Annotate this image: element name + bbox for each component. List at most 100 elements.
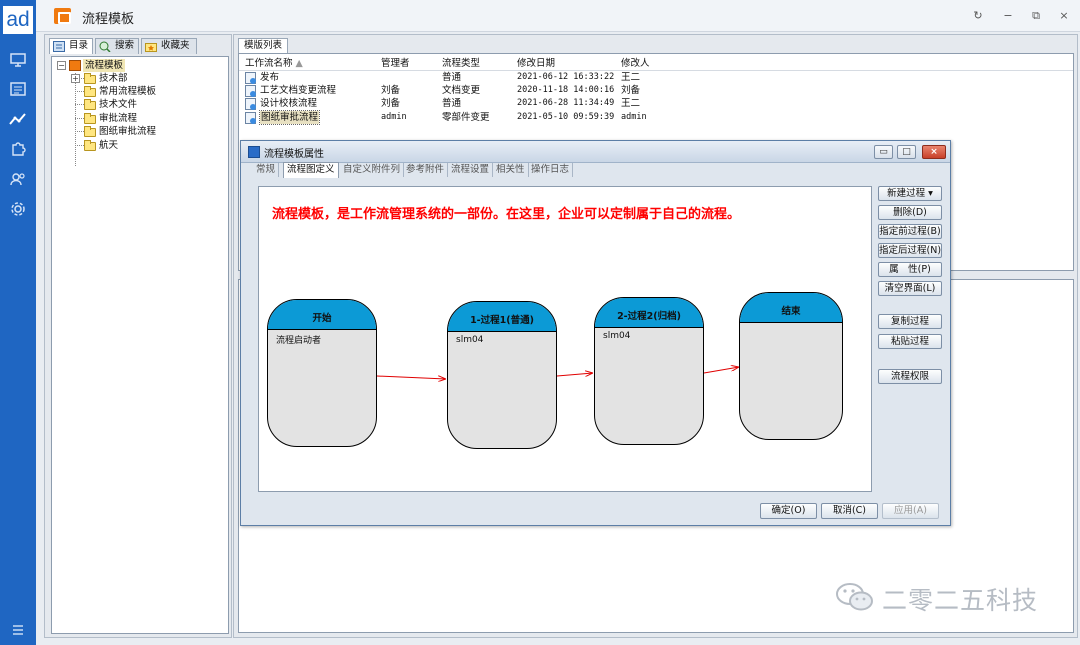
dialog-title: 流程模板属性 bbox=[264, 149, 324, 160]
minimize-button[interactable]: − bbox=[1000, 8, 1016, 24]
tree-connector bbox=[75, 118, 84, 119]
flow-node-process1[interactable]: 1-过程1(普通) slm04 bbox=[447, 301, 557, 449]
tree-node[interactable]: 常用流程模板 bbox=[99, 85, 156, 98]
flow-node-process2[interactable]: 2-过程2(归档) slm04 bbox=[594, 297, 704, 445]
cell-type: 零部件变更 bbox=[442, 112, 490, 123]
copy-process-button[interactable]: 复制过程 bbox=[878, 314, 942, 329]
folder-icon bbox=[84, 126, 96, 137]
tab-operation-log[interactable]: 操作日志 bbox=[528, 163, 574, 177]
set-next-process-button[interactable]: 指定后过程(N) bbox=[878, 243, 942, 258]
flowchart-canvas[interactable]: 流程模板，是工作流管理系统的一部份。在这里，企业可以定制属于自己的流程。 开始 … bbox=[258, 186, 872, 492]
cell-modifier: 王二 bbox=[621, 98, 641, 109]
sort-ascending-icon: ▲ bbox=[295, 58, 303, 69]
node-title: 2-过程2(归档) bbox=[595, 298, 703, 328]
tab-reference-attachments[interactable]: 参考附件 bbox=[403, 163, 449, 177]
tab-custom-attachments[interactable]: 自定义附件列 bbox=[340, 163, 405, 177]
column-header-modifier[interactable]: 修改人 bbox=[621, 57, 650, 70]
tab-flow-settings[interactable]: 流程设置 bbox=[448, 163, 494, 177]
cell-name: 图纸审批流程 bbox=[258, 110, 321, 125]
flow-node-end[interactable]: 结束 bbox=[739, 292, 843, 440]
tab-catalog-label: 目录 bbox=[69, 40, 89, 51]
tree-collapse-toggle[interactable]: − bbox=[57, 61, 66, 70]
ok-button[interactable]: 确定(O) bbox=[760, 503, 817, 519]
template-app-icon bbox=[54, 8, 71, 24]
set-previous-process-button[interactable]: 指定前过程(B) bbox=[878, 224, 942, 239]
gear-icon[interactable] bbox=[8, 199, 28, 219]
paste-process-button[interactable]: 粘贴过程 bbox=[878, 334, 942, 349]
column-header-date[interactable]: 修改日期 bbox=[517, 57, 555, 70]
cell-type: 普通 bbox=[442, 98, 462, 109]
tree-node[interactable]: 技术部 bbox=[99, 72, 128, 85]
header-divider bbox=[239, 70, 1073, 71]
tab-search-label: 搜索 bbox=[115, 40, 135, 51]
template-properties-dialog: 流程模板属性 ▭ □ × 常规 流程图定义 自定义附件列 参考附件 流程设置 相… bbox=[240, 140, 951, 526]
apply-button[interactable]: 应用(A) bbox=[882, 503, 939, 519]
folder-icon bbox=[84, 86, 96, 97]
folder-icon bbox=[84, 140, 96, 151]
app-logo: ad bbox=[3, 6, 33, 34]
refresh-button[interactable]: ↻ bbox=[970, 8, 986, 24]
flow-node-start[interactable]: 开始 流程启动者 bbox=[267, 299, 377, 447]
monitor-icon[interactable] bbox=[8, 50, 28, 70]
template-root-icon bbox=[69, 60, 81, 71]
tree-connector bbox=[75, 73, 76, 166]
node-body: slm04 bbox=[603, 331, 631, 341]
folder-icon bbox=[84, 113, 96, 124]
folder-icon bbox=[84, 73, 96, 84]
search-icon bbox=[99, 41, 111, 53]
trend-icon[interactable] bbox=[8, 109, 28, 129]
arrow-start-to-process1 bbox=[376, 375, 446, 379]
dialog-maximize-button[interactable]: □ bbox=[897, 145, 916, 159]
cell-name: 工艺文档变更流程 bbox=[260, 85, 337, 96]
tab-flowchart[interactable]: 流程图定义 bbox=[283, 162, 339, 178]
tree-node[interactable]: 航天 bbox=[99, 139, 118, 152]
app-rail: ad bbox=[0, 0, 36, 645]
cell-date: 2021-05-10 09:59:39 bbox=[517, 112, 615, 122]
cancel-button[interactable]: 取消(C) bbox=[821, 503, 878, 519]
list-icon[interactable] bbox=[8, 79, 28, 99]
tree-root-node[interactable]: 流程模板 bbox=[83, 59, 126, 72]
properties-button[interactable]: 属 性(P) bbox=[878, 262, 942, 277]
tab-relations[interactable]: 相关性 bbox=[493, 163, 529, 177]
workflow-doc-icon bbox=[245, 98, 256, 110]
cell-date: 2021-06-12 16:33:22 bbox=[517, 72, 615, 82]
tree-expand-toggle[interactable]: + bbox=[71, 74, 80, 83]
flow-permissions-button[interactable]: 流程权限 bbox=[878, 369, 942, 384]
navigator-panel: 目录 搜索 收藏夹 − 流程模板 + 技术部 常用流程模板 技术文件 审批流程 bbox=[44, 34, 232, 638]
tree-connector bbox=[75, 145, 84, 146]
cell-modifier: admin bbox=[621, 112, 647, 122]
cell-manager: admin bbox=[381, 112, 407, 122]
new-process-dropdown[interactable]: 新建过程 ▾ bbox=[878, 186, 942, 201]
dialog-minimize-button[interactable]: ▭ bbox=[874, 145, 893, 159]
tab-template-list[interactable]: 模版列表 bbox=[238, 38, 289, 53]
cell-modifier: 王二 bbox=[621, 72, 641, 83]
watermark-text: 二零二五科技 bbox=[882, 586, 1039, 615]
tree-node[interactable]: 审批流程 bbox=[99, 112, 137, 125]
close-button[interactable]: × bbox=[1056, 8, 1072, 24]
delete-button[interactable]: 删除(D) bbox=[878, 205, 942, 220]
dialog-title-bar[interactable]: 流程模板属性 ▭ □ × bbox=[241, 141, 950, 163]
restore-button[interactable]: ⧉ bbox=[1028, 8, 1044, 24]
tab-favorites-label: 收藏夹 bbox=[161, 40, 190, 51]
title-bar: 流程模板 ↻ − ⧉ × bbox=[36, 0, 1080, 32]
column-header-name[interactable]: 工作流名称 ▲ bbox=[245, 57, 303, 70]
menu-icon[interactable] bbox=[8, 620, 28, 640]
cell-type: 普通 bbox=[442, 72, 462, 83]
dialog-close-button[interactable]: × bbox=[922, 145, 946, 159]
column-header-type[interactable]: 流程类型 bbox=[442, 57, 480, 70]
tab-search[interactable]: 搜索 bbox=[95, 38, 139, 54]
arrow-process2-to-end bbox=[703, 367, 739, 374]
folder-icon bbox=[84, 99, 96, 110]
clear-canvas-button[interactable]: 清空界面(L) bbox=[878, 281, 942, 296]
workflow-doc-icon bbox=[245, 112, 256, 124]
tree-node[interactable]: 技术文件 bbox=[99, 98, 137, 111]
puzzle-icon[interactable] bbox=[8, 139, 28, 159]
users-icon[interactable] bbox=[8, 169, 28, 189]
tree-node[interactable]: 图纸审批流程 bbox=[99, 125, 156, 138]
column-header-manager[interactable]: 管理者 bbox=[381, 57, 410, 70]
tab-favorites[interactable]: 收藏夹 bbox=[141, 38, 197, 54]
tab-general[interactable]: 常规 bbox=[253, 163, 280, 177]
tab-catalog[interactable]: 目录 bbox=[49, 38, 93, 54]
node-body: 流程启动者 bbox=[276, 336, 322, 346]
cell-modifier: 刘备 bbox=[621, 85, 641, 96]
